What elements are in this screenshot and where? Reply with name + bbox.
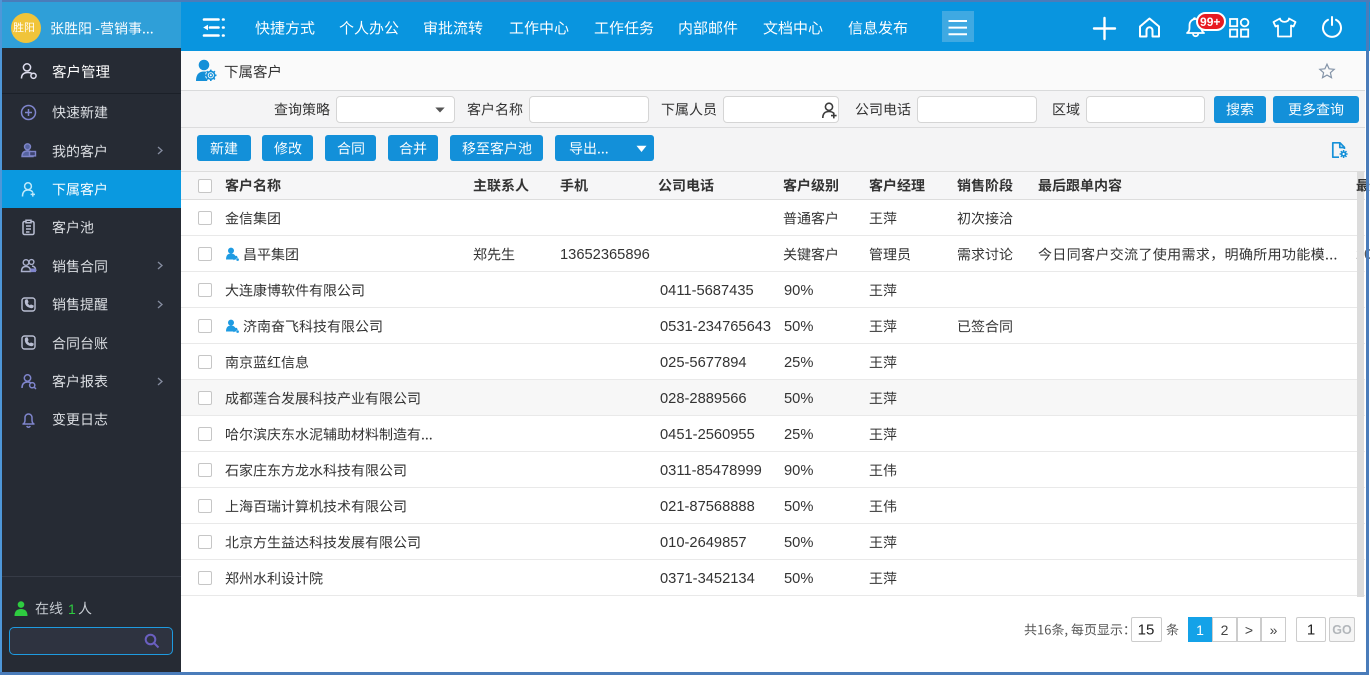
svg-text:99+: 99+ <box>1200 15 1220 29</box>
